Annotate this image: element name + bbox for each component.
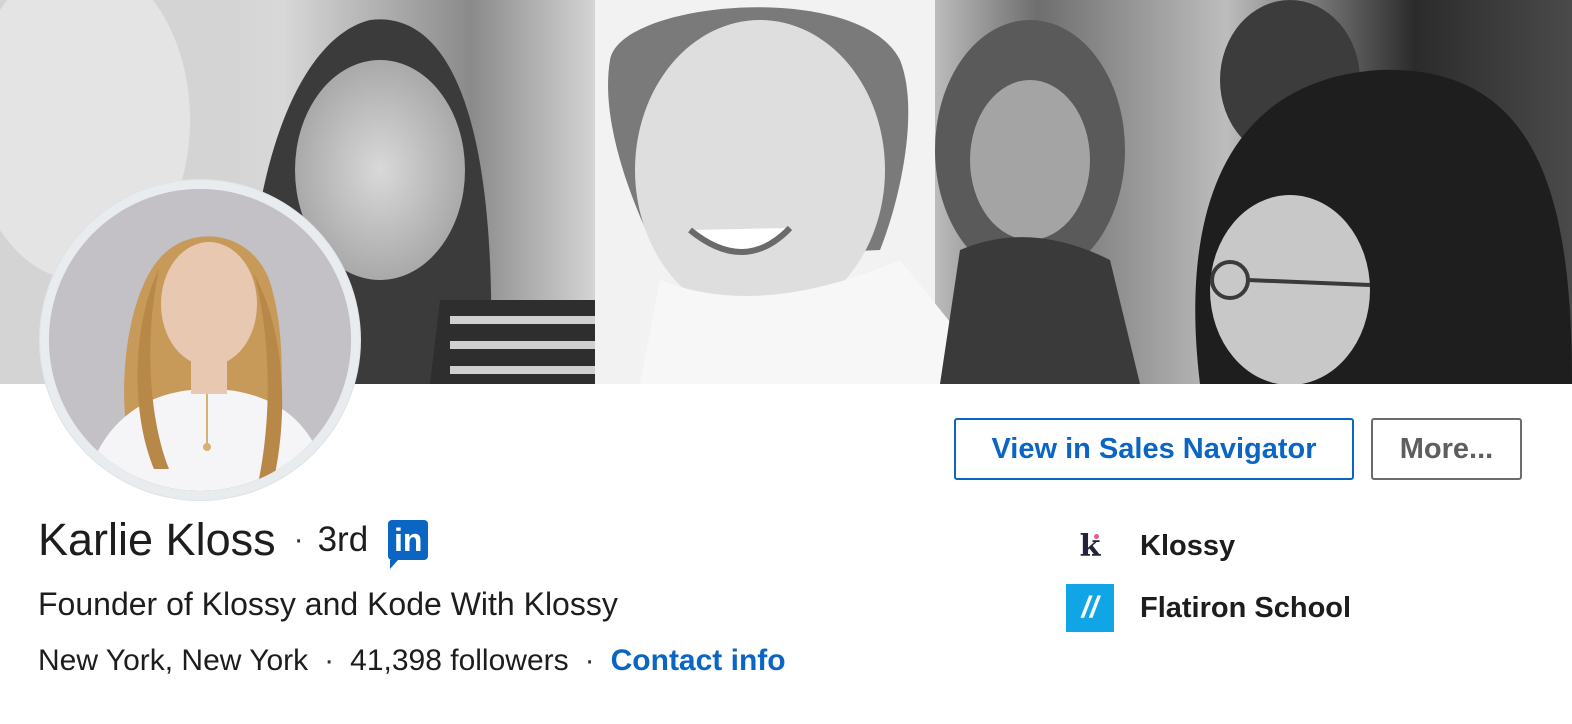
name-row: Karlie Kloss · 3rd in — [38, 514, 429, 569]
view-in-sales-navigator-button[interactable]: View in Sales Navigator — [954, 418, 1354, 480]
flatiron-school-logo-icon: // — [1066, 584, 1114, 632]
profile-meta: New York, New York · 41,398 followers · … — [38, 644, 786, 678]
profile-headline: Founder of Klossy and Kode With Klossy — [38, 586, 618, 622]
separator-dot: · — [293, 523, 304, 556]
company-link-flatiron-school[interactable]: // Flatiron School — [1066, 584, 1351, 632]
separator-dot: · — [324, 644, 335, 677]
more-button[interactable]: More... — [1371, 418, 1522, 480]
profile-photo-icon — [49, 189, 351, 491]
company-name: Klossy — [1140, 529, 1236, 562]
avatar[interactable] — [49, 189, 351, 491]
klossy-logo-icon: k — [1079, 528, 1101, 564]
contact-info-link[interactable]: Contact info — [611, 644, 786, 678]
company-link-klossy[interactable]: k Klossy — [1066, 522, 1236, 570]
separator-dot: · — [584, 644, 595, 677]
company-name: Flatiron School — [1140, 591, 1352, 624]
profile-name: Karlie Kloss — [38, 514, 276, 565]
connection-degree: 3rd — [317, 520, 369, 559]
linkedin-icon: in — [388, 520, 429, 569]
profile-location: New York, New York — [38, 644, 309, 677]
follower-count: 41,398 followers — [350, 644, 569, 677]
